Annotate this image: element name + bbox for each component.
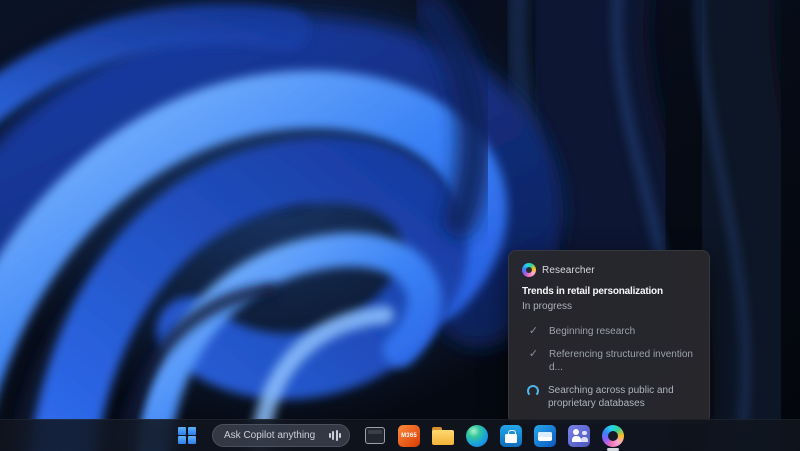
search-box[interactable]: Ask Copilot anything [212,424,350,447]
window-app-icon [365,427,385,444]
research-status: In progress [522,301,696,312]
store-bag-icon [500,425,522,447]
taskbar-app-copilot[interactable] [598,421,628,451]
researcher-flyout[interactable]: Researcher Trends in retail personalizat… [508,250,710,424]
researcher-header: Researcher [522,263,696,277]
taskbar-app-outlook[interactable] [530,421,560,451]
start-button[interactable] [172,421,202,451]
windows-logo-icon [178,427,196,445]
search-placeholder: Ask Copilot anything [224,430,315,441]
edge-icon [466,425,488,447]
step-label: Searching across public and proprietary … [548,384,696,410]
copilot-icon [602,425,624,447]
research-title: Trends in retail personalization [522,286,696,297]
research-step-1: ✓ Beginning research [527,325,696,338]
folder-icon [432,427,454,445]
taskbar-app-window[interactable] [360,421,390,451]
taskbar-app-teams[interactable] [564,421,594,451]
step-label: Beginning research [549,325,635,338]
taskbar-app-m365[interactable]: M365 [394,421,424,451]
outlook-icon [534,425,556,447]
researcher-app-icon [522,263,536,277]
taskbar: Ask Copilot anything M365 [0,419,800,451]
researcher-app-name: Researcher [542,265,595,276]
m365-icon: M365 [398,425,420,447]
taskbar-app-file-explorer[interactable] [428,421,458,451]
taskbar-app-edge[interactable] [462,421,492,451]
check-icon: ✓ [527,348,540,361]
desktop: Researcher Trends in retail personalizat… [0,0,800,451]
research-step-2: ✓ Referencing structured invention d... [527,348,696,374]
step-label: Referencing structured invention d... [549,348,696,374]
voice-icon[interactable] [329,430,342,442]
check-icon: ✓ [527,325,540,338]
research-step-3: Searching across public and proprietary … [527,384,696,410]
spinner-icon [527,385,539,397]
teams-people-icon [568,425,590,447]
research-steps: ✓ Beginning research ✓ Referencing struc… [522,325,696,410]
taskbar-app-store[interactable] [496,421,526,451]
